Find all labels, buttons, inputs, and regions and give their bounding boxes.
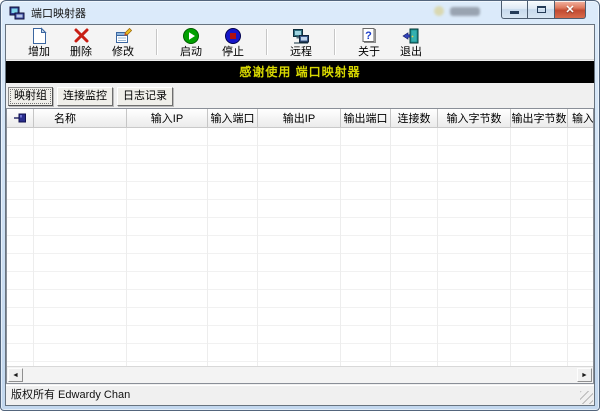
mapping-list[interactable]: [7, 128, 593, 366]
body-column: [341, 128, 391, 366]
stop-icon: [223, 26, 243, 45]
body-column: [511, 128, 568, 366]
exit-icon: [401, 26, 421, 45]
remote-button[interactable]: 远程: [280, 26, 322, 59]
delete-button-label: 删除: [70, 46, 92, 58]
banner-text: 感谢使用 端口映射器: [239, 65, 360, 79]
about-icon: ?: [359, 26, 379, 45]
app-window: 端口映射器 ✕ 增加: [0, 0, 600, 411]
delete-button[interactable]: 删除: [60, 26, 102, 59]
toolbar: 增加 删除: [6, 25, 594, 60]
column-header-output-bytes[interactable]: 输出字节数: [511, 109, 568, 127]
column-header-output-ip[interactable]: 输出IP: [258, 109, 341, 127]
scroll-left-icon: ◄: [12, 372, 19, 379]
stop-button-label: 停止: [222, 46, 244, 58]
body-column: [208, 128, 258, 366]
maximize-icon: [537, 6, 546, 13]
exit-button-label: 退出: [400, 46, 422, 58]
svg-text:?: ?: [365, 30, 372, 42]
scroll-left-button[interactable]: ◄: [8, 368, 23, 382]
body-column: [438, 128, 511, 366]
tab-mapping-group[interactable]: 映射组: [8, 87, 53, 106]
add-button[interactable]: 增加: [18, 26, 60, 59]
mapping-table: 名称 输入IP 输入端口 输出IP 输出端口 连接数 输入字节数 输出字节数 输…: [6, 108, 594, 384]
scroll-right-icon: ►: [581, 372, 588, 379]
pin-icon: [13, 112, 27, 124]
horizontal-scrollbar[interactable]: ◄ ►: [7, 366, 593, 383]
column-header-input-bytes[interactable]: 输入字节数: [438, 109, 511, 127]
remote-icon: [291, 26, 311, 45]
tab-log[interactable]: 日志记录: [117, 87, 173, 106]
toolbar-separator: [334, 29, 336, 55]
add-document-icon: [29, 26, 49, 45]
body-column: [127, 128, 208, 366]
status-bar: 版权所有 Edwardy Chan: [6, 385, 594, 405]
client-area: 增加 删除: [5, 24, 595, 406]
window-title: 端口映射器: [31, 5, 86, 21]
start-icon: [181, 26, 201, 45]
window-controls: ✕: [501, 1, 586, 19]
modify-button-label: 修改: [112, 46, 134, 58]
body-column: [258, 128, 341, 366]
copyright-text: 版权所有 Edwardy Chan: [11, 389, 130, 401]
exit-button[interactable]: 退出: [390, 26, 432, 59]
delete-icon: [71, 26, 91, 45]
start-button-label: 启动: [180, 46, 202, 58]
tab-connection-monitor[interactable]: 连接监控: [57, 87, 113, 106]
start-button[interactable]: 启动: [170, 26, 212, 59]
remote-button-label: 远程: [290, 46, 312, 58]
column-header-output-port[interactable]: 输出端口: [341, 109, 391, 127]
column-header-name[interactable]: 名称: [34, 109, 127, 127]
body-column: [7, 128, 34, 366]
watermark: [434, 6, 480, 16]
column-header-input-port[interactable]: 输入端口: [208, 109, 258, 127]
minimize-button[interactable]: [501, 1, 528, 19]
body-column: [391, 128, 438, 366]
column-header-pin[interactable]: [7, 109, 34, 127]
titlebar[interactable]: 端口映射器 ✕: [1, 1, 599, 24]
minimize-icon: [510, 11, 519, 14]
about-button[interactable]: ? 关于: [348, 26, 390, 59]
table-header: 名称 输入IP 输入端口 输出IP 输出端口 连接数 输入字节数 输出字节数 输…: [7, 109, 593, 128]
resize-grip[interactable]: [580, 391, 593, 404]
modify-button[interactable]: 修改: [102, 26, 144, 59]
toolbar-separator: [266, 29, 268, 55]
close-icon: ✕: [565, 3, 574, 16]
banner: 感谢使用 端口映射器: [6, 61, 594, 83]
close-button[interactable]: ✕: [554, 1, 586, 19]
tab-bar: 映射组 连接监控 日志记录: [8, 87, 173, 106]
toolbar-separator: [156, 29, 158, 55]
scroll-right-button[interactable]: ►: [577, 368, 592, 382]
body-column: [34, 128, 127, 366]
scrollbar-track[interactable]: [23, 368, 577, 382]
about-button-label: 关于: [358, 46, 380, 58]
maximize-button[interactable]: [528, 1, 554, 19]
add-button-label: 增加: [28, 46, 50, 58]
column-header-connections[interactable]: 连接数: [391, 109, 438, 127]
modify-icon: [113, 26, 133, 45]
stop-button[interactable]: 停止: [212, 26, 254, 59]
column-header-input-ip[interactable]: 输入IP: [127, 109, 208, 127]
column-header-truncated[interactable]: 输入: [568, 109, 593, 127]
app-icon: [9, 5, 25, 21]
